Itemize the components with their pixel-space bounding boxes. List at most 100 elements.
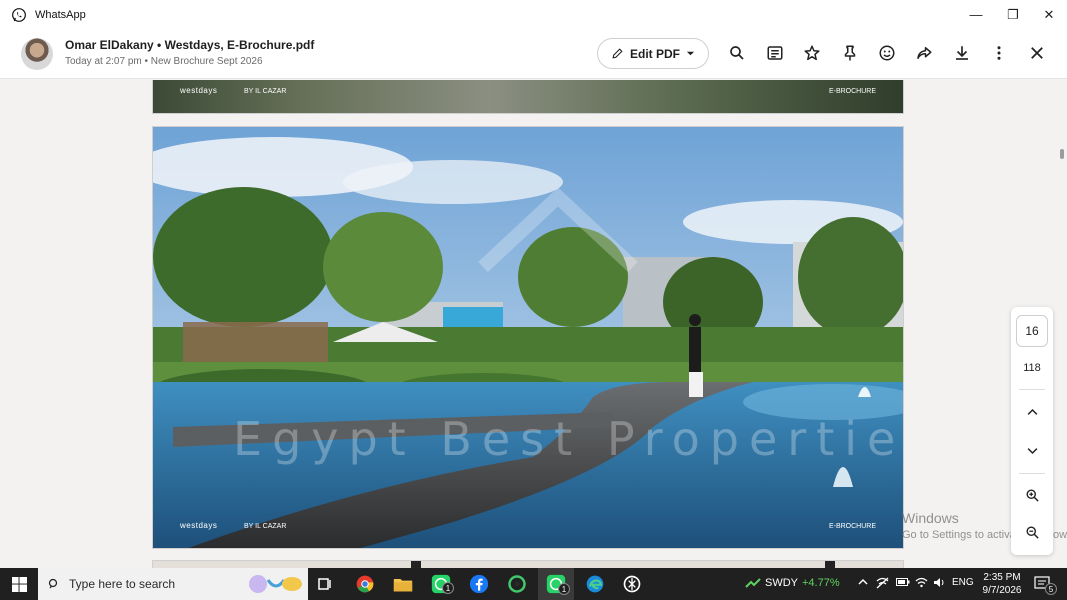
zoom-in-button[interactable] [1019,482,1045,508]
more-icon [997,46,1001,60]
document-title: Omar ElDakany • Westdays, E-Brochure.pdf [65,38,315,52]
forward-icon [917,47,932,59]
emoji-icon [879,45,895,61]
system-clock[interactable]: 2:35 PM 9/7/2026 [978,571,1026,597]
watermark-text: Egypt Best Properties [233,412,904,466]
annotate-icon [767,46,783,60]
zoom-out-button[interactable] [1019,519,1045,545]
scrollbar-thumb[interactable] [1060,149,1064,159]
minimize-button[interactable]: — [958,0,994,29]
chatgpt-taskbar-button[interactable] [621,573,643,595]
search-highlight-icon [249,575,302,593]
more-options-button[interactable] [986,40,1012,66]
pdf-page-current: Egypt Best Properties westdays BY IL CAZ… [152,126,904,549]
brand-logo: westdays [180,521,218,530]
zoom-out-icon [1026,526,1039,539]
notification-count: 5 [1045,583,1057,595]
wifi-icon [915,577,928,588]
avatar[interactable] [21,38,53,70]
language-indicator[interactable]: ENG [952,577,974,588]
chatgpt-icon [623,575,641,593]
stock-widget[interactable]: SWDY +4.77% [745,577,840,589]
app-icon [508,575,526,593]
brand-logo: westdays [180,86,218,95]
clock-time: 2:35 PM [983,572,1021,583]
download-icon [956,46,968,60]
star-button[interactable] [799,40,825,66]
annotate-button[interactable] [762,40,788,66]
volume-icon [934,578,944,587]
search-icon [730,46,744,60]
pin-icon [844,45,856,61]
total-pages: 118 [1023,362,1041,374]
pdf-viewer[interactable]: westdays BY IL CAZAR E-BROCHURE Egypt Be… [0,80,1067,568]
pin-button[interactable] [837,40,863,66]
document-subtitle: Today at 2:07 pm • New Brochure Sept 202… [65,56,263,67]
task-view-button[interactable] [314,573,336,595]
windows-logo-icon [11,576,27,592]
previous-page-button[interactable] [1019,399,1045,425]
window-close-button[interactable]: ✕ [1031,0,1067,29]
caret-down-icon [686,51,695,56]
search-placeholder: Type here to search [69,577,176,591]
start-button[interactable] [0,568,38,600]
windows-taskbar: Type here to search 1 1 SWDY +4.77% ENG … [0,568,1067,600]
brand-tagline: BY IL CAZAR [244,88,287,95]
edge-taskbar-button[interactable] [584,573,606,595]
close-viewer-button[interactable] [1024,40,1050,66]
zoom-in-icon [1026,489,1039,502]
notification-badge: 1 [558,583,570,595]
viewer-header: Omar ElDakany • Westdays, E-Brochure.pdf… [0,29,1067,79]
taskbar-search-box[interactable]: Type here to search [38,568,308,600]
whatsapp-active-taskbar-button[interactable]: 1 [538,568,574,600]
brand-label: E-BROCHURE [828,523,876,530]
edge-icon [586,575,604,593]
brand-label: E-BROCHURE [828,88,876,95]
app-taskbar-button[interactable] [506,573,528,595]
network-disconnected-button[interactable] [876,577,889,592]
page-graphic [411,561,421,568]
chevron-up-icon [1027,408,1037,415]
pdf-page-previous: westdays BY IL CAZAR E-BROCHURE [152,80,904,114]
notification-center-button[interactable]: 5 [1034,575,1057,595]
divider [1019,389,1045,390]
stock-trend-icon [745,578,761,588]
facebook-taskbar-button[interactable] [468,573,490,595]
notification-badge: 1 [442,582,454,594]
folder-icon [393,579,413,592]
whatsapp-icon [12,7,26,22]
window-titlebar: WhatsApp [0,0,1067,29]
whatsapp-taskbar-button[interactable]: 1 [430,573,454,595]
maximize-button[interactable]: ❐ [995,0,1031,29]
battery-button[interactable] [896,577,910,590]
chrome-icon [356,575,374,593]
wifi-button[interactable] [915,577,928,591]
file-explorer-taskbar-button[interactable] [392,573,414,595]
close-icon [1031,47,1043,59]
clock-date: 9/7/2026 [982,585,1022,596]
star-icon [804,45,820,61]
download-button[interactable] [949,40,975,66]
stock-symbol: SWDY [765,577,798,589]
forward-button[interactable] [911,40,937,66]
react-button[interactable] [874,40,900,66]
search-button[interactable] [724,40,750,66]
show-hidden-icons-button[interactable] [858,577,868,590]
chevron-down-icon [1027,447,1037,454]
edit-pdf-button[interactable]: Edit PDF [597,38,709,69]
brochure-rendering-image [153,127,903,548]
activate-windows-title: Windows [902,510,959,526]
divider [1019,473,1045,474]
chrome-taskbar-button[interactable] [354,573,376,595]
task-view-icon [318,578,331,590]
battery-icon [896,578,910,586]
brand-tagline: BY IL CAZAR [244,523,287,530]
next-page-button[interactable] [1019,437,1045,463]
window-title: WhatsApp [35,8,86,21]
pdf-page-next [152,560,904,568]
network-icon [876,577,889,589]
page-navigator: 16 118 [1011,307,1053,555]
volume-button[interactable] [933,577,945,591]
current-page-input[interactable]: 16 [1016,315,1048,347]
stock-change: +4.77% [802,577,840,589]
